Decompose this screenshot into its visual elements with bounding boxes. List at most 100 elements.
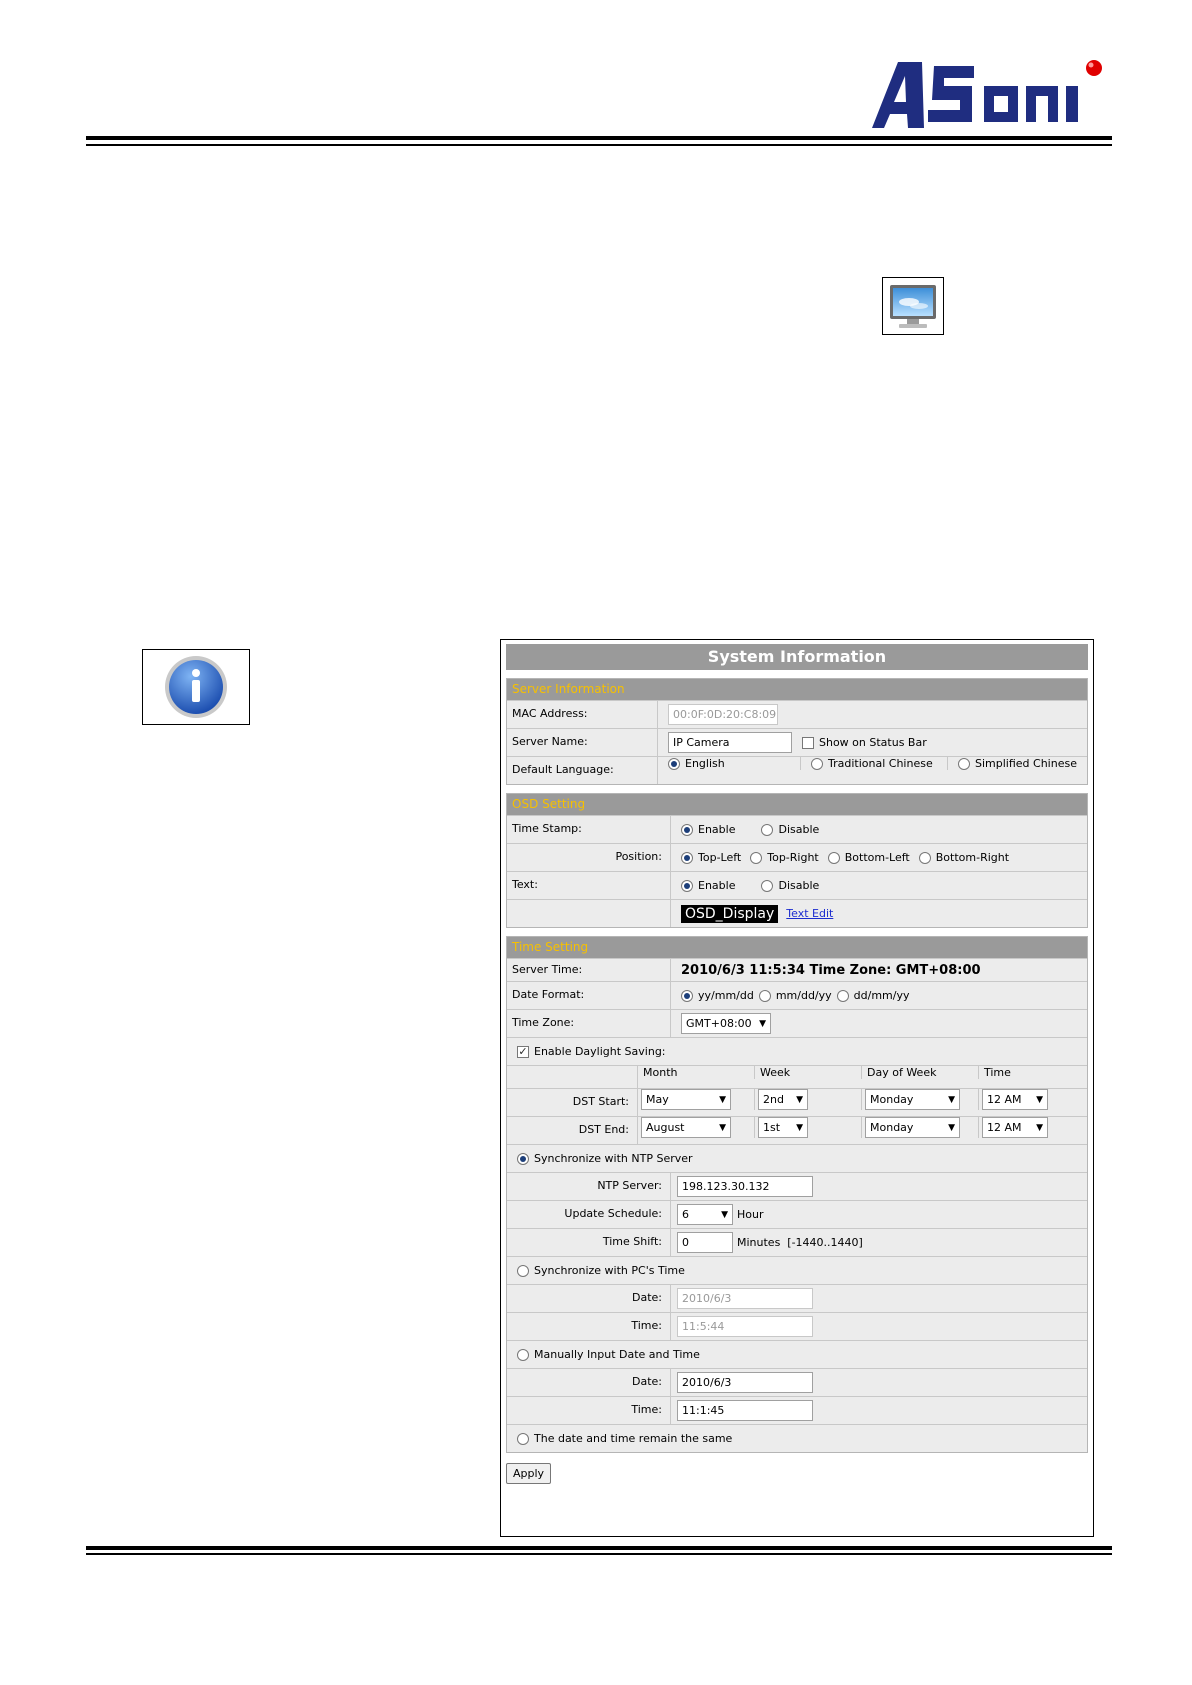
radio-icon[interactable] bbox=[681, 851, 693, 864]
radio-icon[interactable] bbox=[681, 879, 693, 892]
blank-label bbox=[507, 1066, 638, 1088]
pos-bottom-left-option[interactable]: Bottom-Left bbox=[827, 851, 910, 864]
update-schedule-select[interactable]: 6 ▼ bbox=[677, 1204, 733, 1225]
manual-time-input[interactable]: 11:1:45 bbox=[677, 1400, 813, 1421]
daylight-row: ✓ Enable Daylight Saving: bbox=[507, 1037, 1087, 1065]
lang-traditional-option[interactable]: Traditional Chinese bbox=[801, 757, 948, 770]
lang-traditional-label: Traditional Chinese bbox=[828, 757, 933, 770]
radio-icon[interactable] bbox=[668, 757, 680, 770]
panel-title: System Information bbox=[506, 644, 1088, 670]
server-name-row: Server Name: IP Camera Show on Status Ba… bbox=[507, 728, 1087, 756]
fmt-3-label: dd/mm/yy bbox=[853, 989, 910, 1002]
dst-end-day-select[interactable]: Monday ▼ bbox=[865, 1117, 960, 1138]
time-zone-label: Time Zone: bbox=[507, 1010, 671, 1037]
radio-icon[interactable] bbox=[758, 989, 771, 1002]
apply-button[interactable]: Apply bbox=[506, 1463, 552, 1484]
daylight-checkbox[interactable]: ✓ bbox=[517, 1045, 529, 1058]
asoni-logo bbox=[872, 60, 1102, 128]
sync-pc-row: Synchronize with PC's Time bbox=[507, 1256, 1087, 1284]
pos-top-left-option[interactable]: Top-Left bbox=[681, 851, 741, 864]
monitor-icon bbox=[882, 277, 944, 335]
lang-english-label: English bbox=[685, 757, 725, 770]
select-value: Monday bbox=[870, 1093, 914, 1106]
radio-icon[interactable] bbox=[761, 823, 774, 836]
position-label: Position: bbox=[507, 844, 671, 871]
pc-date-input[interactable]: 2010/6/3 bbox=[677, 1288, 813, 1309]
section-header: Server Information bbox=[507, 679, 1087, 700]
select-value: Monday bbox=[870, 1121, 914, 1134]
col-week: Week bbox=[755, 1066, 862, 1079]
remain-same-radio[interactable] bbox=[517, 1432, 529, 1445]
sync-pc-radio[interactable] bbox=[517, 1264, 529, 1277]
fmt-mmddyy-option[interactable]: mm/dd/yy bbox=[758, 989, 832, 1002]
manual-date-row: Date: 2010/6/3 bbox=[507, 1368, 1087, 1396]
radio-icon[interactable] bbox=[681, 989, 693, 1002]
show-status-bar-checkbox[interactable] bbox=[802, 736, 814, 749]
timestamp-enable-option[interactable]: Enable bbox=[681, 823, 735, 836]
time-shift-input[interactable]: 0 bbox=[677, 1232, 733, 1253]
daylight-label: Enable Daylight Saving: bbox=[534, 1045, 666, 1058]
chevron-down-icon: ▼ bbox=[1036, 1122, 1043, 1133]
select-value: 12 AM bbox=[987, 1093, 1022, 1106]
radio-icon[interactable] bbox=[681, 823, 693, 836]
col-time: Time bbox=[984, 1066, 1011, 1079]
time-zone-select[interactable]: GMT+08:00 ▼ bbox=[681, 1013, 771, 1034]
dst-start-day-select[interactable]: Monday ▼ bbox=[865, 1089, 960, 1110]
pos-bottom-right-option[interactable]: Bottom-Right bbox=[918, 851, 1010, 864]
language-row: Default Language: English Traditional Ch… bbox=[507, 756, 1087, 784]
disable-label: Disable bbox=[778, 879, 820, 892]
fmt-ddmmyy-option[interactable]: dd/mm/yy bbox=[836, 989, 910, 1002]
pos-bottom-right-label: Bottom-Right bbox=[935, 851, 1010, 864]
radio-icon[interactable] bbox=[750, 851, 763, 864]
sync-ntp-radio[interactable] bbox=[517, 1152, 529, 1165]
pos-bottom-left-label: Bottom-Left bbox=[844, 851, 910, 864]
mac-field[interactable]: 00:0F:0D:20:C8:09 bbox=[668, 704, 778, 725]
dst-start-month-select[interactable]: May ▼ bbox=[641, 1089, 731, 1110]
osd-text-row: OSD_Display Text Edit bbox=[507, 899, 1087, 927]
text-enable-option[interactable]: Enable bbox=[681, 879, 735, 892]
dst-end-month-select[interactable]: August ▼ bbox=[641, 1117, 731, 1138]
lang-english-option[interactable]: English bbox=[658, 757, 801, 770]
pos-top-right-label: Top-Right bbox=[767, 851, 819, 864]
fmt-yymmdd-option[interactable]: yy/mm/dd bbox=[681, 989, 754, 1002]
date-format-row: Date Format: yy/mm/dd mm/dd/yy dd/mm/yy bbox=[507, 981, 1087, 1009]
dst-start-row: DST Start: May ▼ 2nd ▼ Monday ▼ 12 AM ▼ bbox=[507, 1088, 1087, 1116]
sync-ntp-label: Synchronize with NTP Server bbox=[534, 1152, 693, 1165]
pos-top-left-label: Top-Left bbox=[698, 851, 742, 864]
pc-time-input[interactable]: 11:5:44 bbox=[677, 1316, 813, 1337]
osd-text-preview: OSD_Display bbox=[681, 904, 779, 923]
manual-label: Manually Input Date and Time bbox=[534, 1348, 700, 1361]
time-zone-row: Time Zone: GMT+08:00 ▼ bbox=[507, 1009, 1087, 1037]
lang-simplified-option[interactable]: Simplified Chinese bbox=[948, 757, 1087, 770]
radio-icon[interactable] bbox=[836, 989, 849, 1002]
chevron-down-icon: ▼ bbox=[759, 1018, 766, 1029]
radio-icon[interactable] bbox=[958, 757, 970, 770]
col-day: Day of Week bbox=[862, 1066, 979, 1079]
dst-end-week-select[interactable]: 1st ▼ bbox=[758, 1117, 808, 1138]
server-time-label: Server Time: bbox=[507, 959, 671, 981]
dst-start-time-select[interactable]: 12 AM ▼ bbox=[982, 1089, 1048, 1110]
timestamp-disable-option[interactable]: Disable bbox=[761, 823, 819, 836]
manual-radio[interactable] bbox=[517, 1348, 529, 1361]
radio-icon[interactable] bbox=[761, 879, 774, 892]
radio-icon[interactable] bbox=[827, 851, 840, 864]
text-disable-option[interactable]: Disable bbox=[761, 879, 819, 892]
remain-same-label: The date and time remain the same bbox=[534, 1432, 733, 1445]
update-schedule-label: Update Schedule: bbox=[507, 1201, 671, 1228]
text-edit-link[interactable]: Text Edit bbox=[786, 907, 833, 920]
server-name-field[interactable]: IP Camera bbox=[668, 732, 792, 753]
dst-end-time-select[interactable]: 12 AM ▼ bbox=[982, 1117, 1048, 1138]
col-month: Month bbox=[638, 1066, 755, 1079]
radio-icon[interactable] bbox=[811, 757, 823, 770]
show-status-bar-label: Show on Status Bar bbox=[819, 736, 927, 749]
time-shift-label: Time Shift: bbox=[507, 1229, 671, 1256]
dst-start-week-select[interactable]: 2nd ▼ bbox=[758, 1089, 808, 1110]
pos-top-right-option[interactable]: Top-Right bbox=[750, 851, 819, 864]
footer-rule bbox=[86, 1546, 1112, 1550]
radio-icon[interactable] bbox=[918, 851, 931, 864]
dst-start-label: DST Start: bbox=[507, 1089, 638, 1116]
pc-date-row: Date: 2010/6/3 bbox=[507, 1284, 1087, 1312]
manual-date-label: Date: bbox=[507, 1369, 671, 1396]
manual-date-input[interactable]: 2010/6/3 bbox=[677, 1372, 813, 1393]
ntp-server-input[interactable]: 198.123.30.132 bbox=[677, 1176, 813, 1197]
